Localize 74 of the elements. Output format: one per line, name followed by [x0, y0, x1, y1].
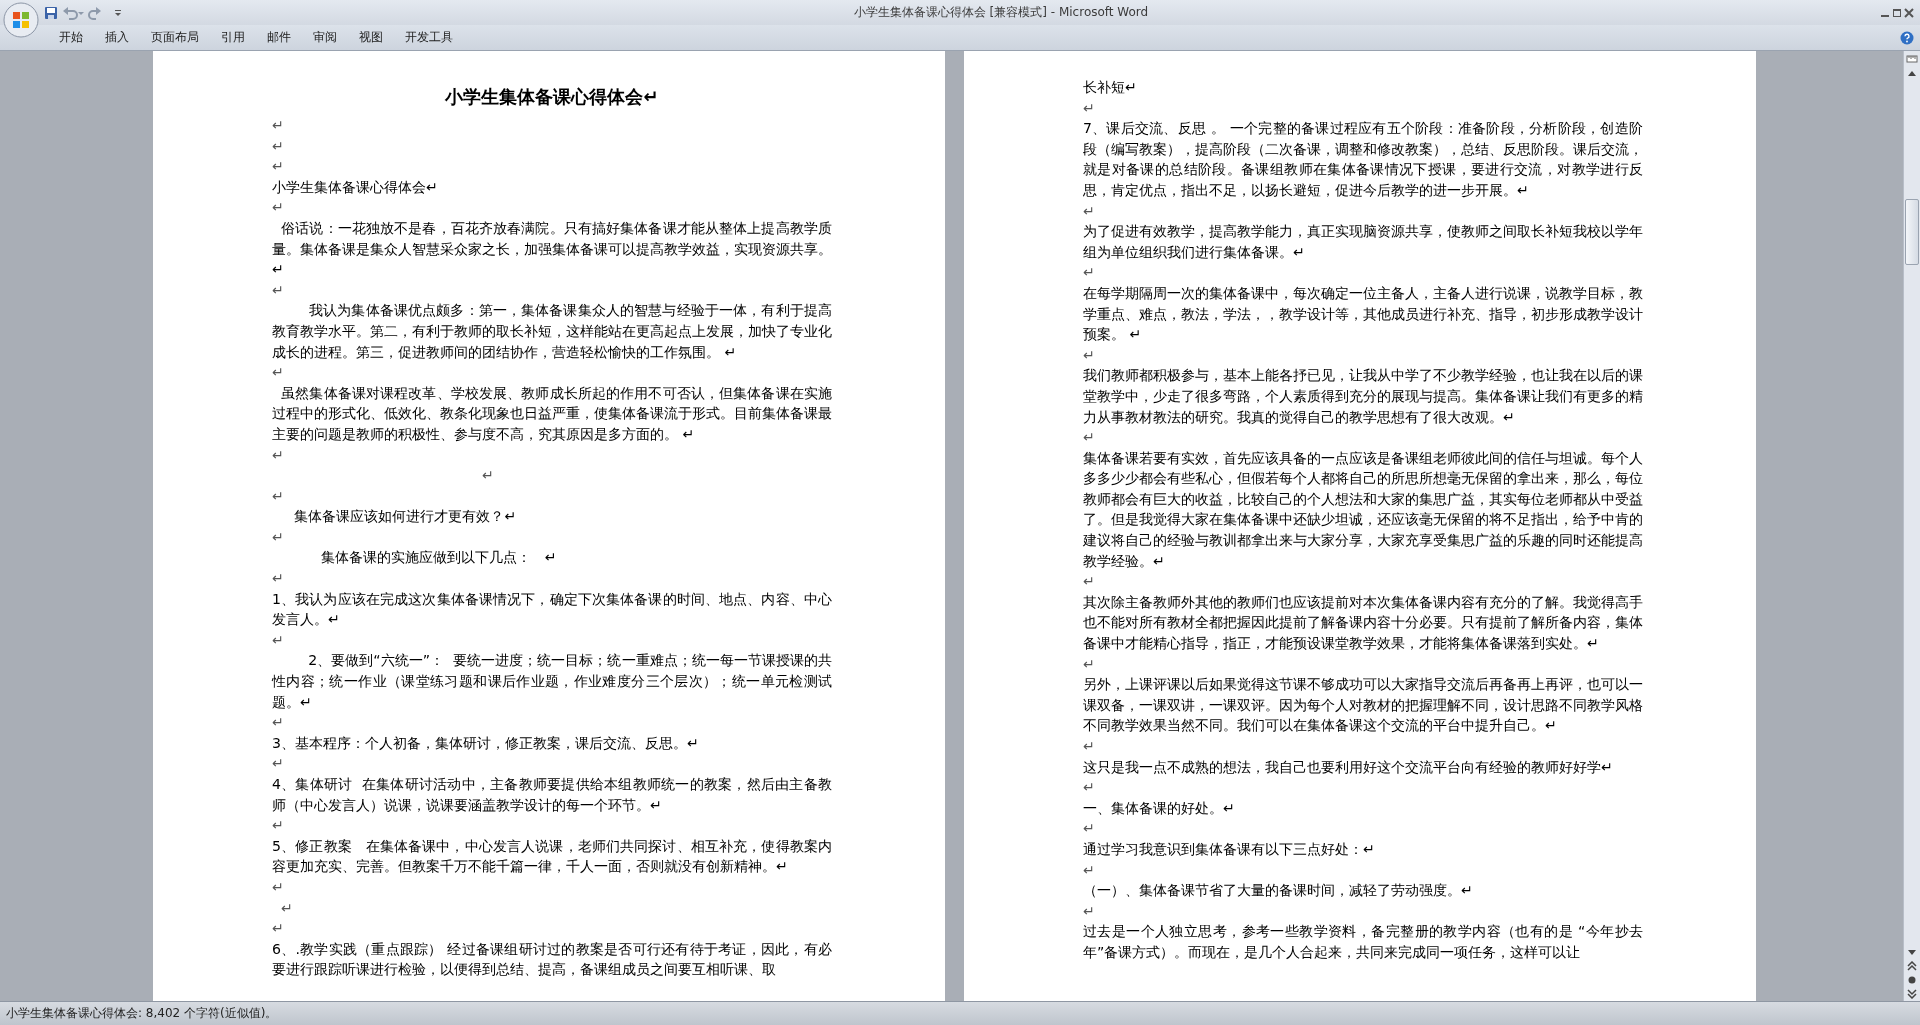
paragraph-mark: ↵: [1083, 778, 1096, 798]
paragraph: 另外，上课评课以后如果觉得这节课不够成功可以大家指导交流后再备再上再评，也可以一课双备，一课双讲，一课双评。因为每个人对教材的把握理解不同，设计思路不同教学风格不同教学效果当然不同。我们可以在集体备课这个交流的平台中提升自己。↵: [1083, 675, 1643, 736]
ribbon-tab[interactable]: 页面布局: [140, 26, 210, 49]
paragraph: 7、课后交流、反思 。 一个完整的备课过程应有五个阶段：准备阶段，分析阶段，创造阶段（编写教案），提高阶段（二次备课，调整和修改教案），总结、反思阶段。课后交流，就是对备课的总结阶段。备课组教师在集体备课情况下授课，要进行交流，对教学进行反思，肯定优点，指出不足，以扬长避短，促进今后教学的进一步开展。↵: [1083, 119, 1643, 200]
paragraph-mark: ↵: [1083, 860, 1096, 880]
paragraph-mark: ↵: [481, 466, 495, 486]
paragraph-mark: ↵: [1083, 572, 1096, 592]
ribbon-tab[interactable]: 审阅: [302, 26, 348, 49]
help-icon[interactable]: [1900, 30, 1914, 45]
paragraph-mark: ↵: [272, 116, 285, 135]
paragraph: 1、我认为应该在完成这次集体备课情况下，确定下次集体备课的时间、地点、内容、中心发言人。↵: [272, 589, 832, 630]
paragraph: 俗话说：一花独放不是春，百花齐放春满院。只有搞好集体备课才能从整体上提高教学质量。集体备课是集众人智慧采众家之长，加强集体备课可以提高教学效益，实现资源共享。 ↵: [272, 218, 832, 280]
paragraph-mark: ↵: [1083, 901, 1096, 921]
paragraph: 通过学习我意识到集体备课有以下三点好处：↵: [1083, 839, 1376, 859]
close-icon[interactable]: [1904, 7, 1914, 18]
next-page-icon[interactable]: [1907, 987, 1917, 1001]
ribbon-tab[interactable]: 开始: [48, 26, 94, 49]
paragraph-mark: ↵: [272, 754, 285, 774]
paragraph-mark: ↵: [272, 713, 285, 733]
paragraph: 小学生集体备课心得体会↵: [272, 177, 439, 197]
paragraph: 长补短↵: [1083, 78, 1138, 97]
paragraph: 一、集体备课的好处。↵: [1083, 798, 1236, 818]
maximize-icon[interactable]: [1892, 7, 1902, 18]
paragraph: 这只是我一点不成熟的想法，我自己也要利用好这个交流平台向有经验的教师好好学↵: [1083, 757, 1614, 777]
document-title: 小学生集体备课心得体会↵: [444, 85, 660, 109]
paragraph: 虽然集体备课对课程改革、学校发展、教师成长所起的作用不可否认，但集体备课在实施过程中的形式化、低效化、教条化现象也日益严重，使集体备课流于形式。目前集体备课最主要的问题是教师的积极性、参与度不高，究其原因是多方面的。 ↵: [272, 383, 832, 444]
paragraph-mark: ↵: [272, 445, 285, 465]
paragraph: 6、.教学实践（重点跟踪） 经过备课组研讨过的教案是否可行还有待于考证，因此，有必要进行跟踪听课进行检验，以便得到总结、提高，备课组成员之间要互相听课、取: [272, 939, 832, 980]
paragraph: 为了促进有效教学，提高教学能力，真正实现脑资源共享，使教师之间取长补短我校以学年组为单位组织我们进行集体备课。↵: [1083, 222, 1643, 262]
paragraph: 其次除主备教师外其他的教师们也应该提前对本次集体备课内容有充分的了解。我觉得高手也不能对所有教材全都把握因此提前了解备课内容十分必要。只有提前了解所备内容，集体备课中才能精心指导，指正，才能预设课堂教学效果，才能将集体备课落到实处。↵: [1083, 592, 1643, 654]
paragraph-mark: ↵: [272, 280, 285, 300]
paragraph-mark: ↵: [272, 157, 285, 177]
paragraph: 过去是一个人独立思考，参考一些教学资料，备完整册的教学内容（也有的是 “今年抄去年”备课方式）。而现在，是几个人合起来，共同来完成同一项任务，这样可以让: [1083, 922, 1643, 962]
paragraph-mark: ↵: [1083, 201, 1096, 221]
ribbon-tab[interactable]: 插入: [94, 26, 140, 49]
ribbon-tab[interactable]: 视图: [348, 26, 394, 49]
paragraph-mark: ↵: [1083, 819, 1096, 839]
window-title: 小学生集体备课心得体会 [兼容模式] - Microsoft Word: [852, 4, 1150, 21]
paragraph: 在每学期隔周一次的集体备课中，每次确定一位主备人，主备人进行说课，说教学目标，教学重点、难点，教法，学法，，教学设计等，其他成员进行补充、指导，初步形成教学设计预案。 ↵: [1083, 283, 1643, 345]
paragraph: 我们教师都积极参与，基本上能各抒已见，让我从中学了不少教学经验，也让我在以后的课堂教学中，少走了很多弯路，个人素质得到充分的展现与提高。集体备课让我们有更多的精力从事教材教法的研究。我真的觉得自己的教学思想有了很大改观。↵: [1083, 366, 1643, 427]
paragraph: 5、修正教案 在集体备课中，中心发言人说课，老师们共同探讨、相互补充，使得教案内容更加充实、完善。但教案千万不能千篇一律，千人一面，否则就没有创新精神。↵: [272, 836, 832, 877]
paragraph-mark: ↵: [272, 363, 285, 383]
paragraph-mark: ↵: [272, 919, 285, 939]
paragraph-mark: ↵: [272, 198, 285, 218]
paragraph-mark: ↵: [1083, 345, 1096, 365]
scrollbar-thumb[interactable]: [1905, 199, 1919, 265]
paragraph-mark: ↵: [272, 136, 285, 156]
ribbon-tab[interactable]: 引用: [210, 26, 256, 49]
ribbon-tab[interactable]: 邮件: [256, 26, 302, 49]
paragraph-mark: ↵: [1083, 98, 1096, 118]
previous-page-icon[interactable]: [1907, 959, 1917, 973]
paragraph: 4、集体研讨 在集体研讨活动中，主备教师要提供给本组教师统一的教案，然后由主备教师（中心发言人）说课，说课要涵盖教学设计的每一个环节。↵: [272, 775, 832, 815]
paragraph-mark: ↵: [1083, 654, 1096, 674]
paragraph-mark: ↵: [272, 877, 285, 897]
paragraph-mark: ↵: [1083, 428, 1096, 448]
paragraph: 3、基本程序：个人初备，集体研讨，修正教案，课后交流、反思。↵: [272, 733, 700, 753]
paragraph-mark: ↵: [272, 630, 285, 650]
customize-dropdown-icon[interactable]: [114, 8, 122, 17]
paragraph: 我认为集体备课优点颇多：第一，集体备课集众人的智慧与经验于一体，有利于提高教育教学水平。第二，有利于教师的取长补短，这样能站在更高起点上发展，加快了专业化成长的进程。第三，促进教师间的团结协作，营造轻松愉快的工作氛围。 ↵: [272, 301, 832, 362]
paragraph: 集体备课应该如何进行才更有效？↵: [293, 507, 518, 527]
paragraph-mark: ↵: [272, 527, 285, 547]
paragraph-mark: ↵: [272, 816, 285, 836]
paragraph-mark: ↵: [272, 486, 285, 506]
paragraph: （一）、集体备课节省了大量的备课时间，减轻了劳动强度。↵: [1083, 881, 1474, 901]
ribbon-tab[interactable]: 开发工具: [394, 26, 464, 49]
paragraph: 集体备课的实施应做到以下几点： ↵: [320, 548, 558, 568]
paragraph-mark: ↵: [272, 569, 285, 589]
save-icon[interactable]: [44, 5, 58, 20]
paragraph-mark: ↵: [1083, 737, 1096, 756]
paragraph: 2、要做到“六统一”： 要统一进度；统一目标；统一重难点；统一每一节课授课的共性内容；统一作业（课堂练习题和课后作业题，作业难度分三个层次）；统一单元检测试题。↵: [272, 651, 832, 712]
paragraph: 集体备课若要有实效，首先应该具备的一点应该是备课组老师彼此间的信任与坦诚。每个人多多少少都会有些私心，但假若每个人都将自己的所思所想毫无保留的拿出来，那么，每位教师都会有巨大的收益，比较自己的个人想法和大家的集思广益，其实每位老师都从中受益了。但是我觉得大家在集体备课中还缺少坦诚，还应该毫无保留的将不足指出，给予中肯的建议将自己的经验与教训都拿出来与大家分享，大家充享受集思广益的乐趣的同时还能提高教学经验。↵: [1083, 448, 1643, 571]
status-text: 小学生集体备课心得体会: 8,402 个字符(近似值)。: [6, 1005, 278, 1022]
paragraph-mark: ↵: [1083, 263, 1096, 283]
paragraph-mark: ↵: [279, 898, 294, 918]
